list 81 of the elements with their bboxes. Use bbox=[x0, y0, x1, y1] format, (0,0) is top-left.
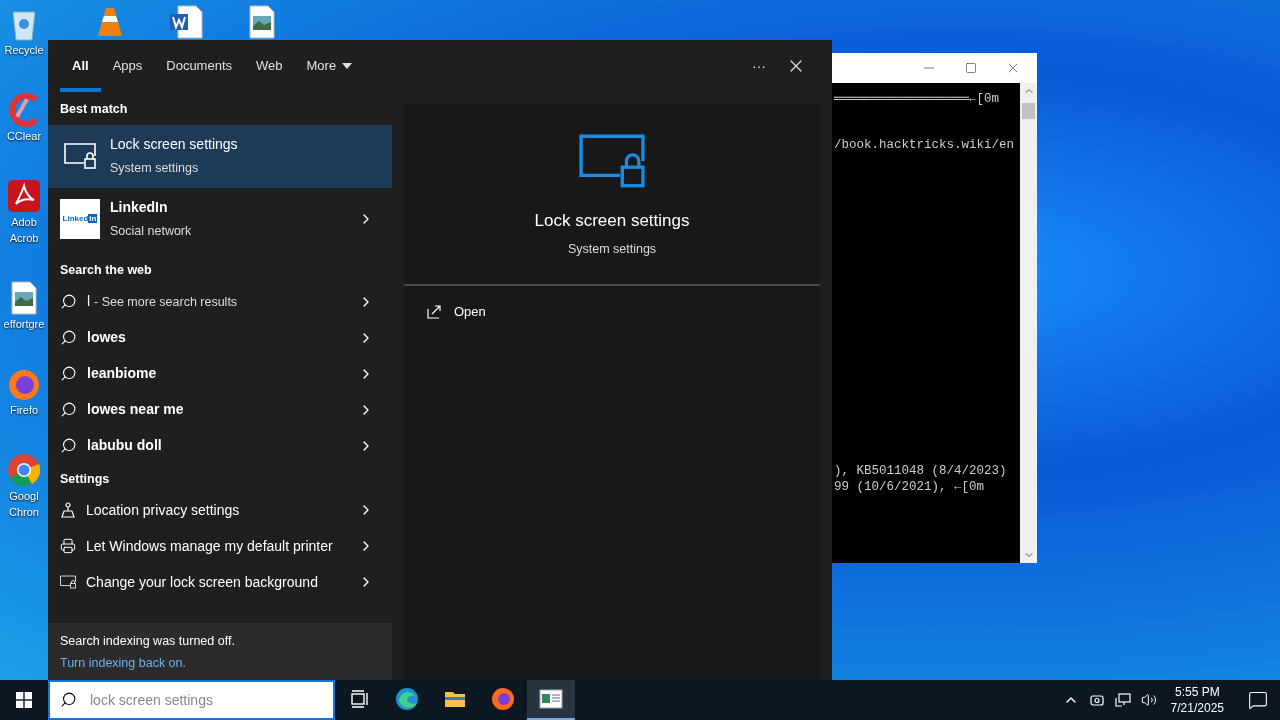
clock-time: 5:55 PM bbox=[1174, 684, 1220, 700]
more-tab[interactable]: More bbox=[294, 40, 365, 92]
printer-icon bbox=[60, 538, 76, 555]
terminal-line: 99 (10/6/2021), ←[0m bbox=[834, 480, 985, 494]
settings-item[interactable]: Location privacy settings bbox=[48, 492, 392, 529]
tab[interactable]: All bbox=[60, 40, 101, 92]
result-item[interactable]: Lock screen settings System settings bbox=[48, 124, 392, 188]
desktop-icon-label: CClear bbox=[6, 129, 42, 144]
tab[interactable]: Web bbox=[244, 40, 295, 92]
scrollbar[interactable] bbox=[1020, 83, 1037, 563]
web-suggestion[interactable]: lowes bbox=[48, 319, 392, 356]
windows-logo-icon bbox=[16, 692, 32, 708]
web-suggestion[interactable]: l - See more search results bbox=[48, 283, 392, 320]
linkedin-logo: Linkedin bbox=[60, 199, 100, 240]
search-icon bbox=[60, 365, 77, 382]
camera-icon[interactable] bbox=[1088, 692, 1105, 708]
word-document-icon bbox=[168, 4, 204, 40]
settings-item[interactable]: Let Windows manage my default printer bbox=[48, 528, 392, 565]
web-suggestion[interactable]: labubu doll bbox=[48, 427, 392, 464]
search-icon bbox=[60, 437, 77, 454]
suggestion-text: l - See more search results bbox=[87, 292, 239, 311]
app-window-icon bbox=[539, 687, 563, 711]
settings-text: Change your lock screen background bbox=[86, 573, 319, 593]
lock-screen-icon bbox=[64, 143, 96, 170]
network-icon[interactable] bbox=[1114, 692, 1131, 708]
lock-screen-icon bbox=[60, 574, 76, 591]
section-heading: Settings bbox=[59, 470, 111, 488]
desktop-icon-label: Adob bbox=[11, 215, 37, 230]
desktop-icon-label: Firefo bbox=[9, 403, 39, 418]
edge-icon bbox=[395, 687, 419, 711]
section-heading: Search the web bbox=[59, 261, 153, 279]
lock-screen-icon bbox=[579, 134, 645, 188]
result-subtitle: Social network bbox=[110, 223, 193, 241]
section-heading: Best match bbox=[59, 101, 129, 118]
settings-text: Location privacy settings bbox=[86, 501, 241, 521]
desktop-icon-label: Recycle bbox=[4, 43, 44, 58]
result-title: Lock screen settings bbox=[110, 135, 239, 155]
open-icon bbox=[426, 304, 442, 320]
tab[interactable]: Apps bbox=[100, 40, 155, 92]
result-subtitle: System settings bbox=[110, 160, 200, 178]
suggestion-text: labubu doll bbox=[87, 436, 163, 455]
open-action[interactable]: Open bbox=[426, 302, 486, 322]
preview-subtitle: System settings bbox=[567, 240, 657, 258]
speaker-icon[interactable] bbox=[1140, 692, 1157, 708]
web-suggestion[interactable]: leanbiome bbox=[48, 355, 392, 392]
maximize-icon[interactable] bbox=[965, 62, 977, 74]
person-pin-icon bbox=[60, 502, 76, 519]
result-item[interactable]: Linkedin LinkedIn Social network bbox=[48, 187, 392, 251]
task-view-icon bbox=[349, 689, 369, 709]
suggestion-text: lowes bbox=[87, 328, 127, 347]
acrobat-icon bbox=[6, 178, 42, 214]
notification-icon[interactable] bbox=[1248, 690, 1268, 710]
clock-date: 7/21/2025 bbox=[1170, 700, 1224, 716]
tab[interactable]: Documents bbox=[154, 40, 244, 92]
search-icon bbox=[60, 401, 77, 418]
terminal-line: ══════════════════←[0m bbox=[834, 92, 1000, 106]
caret-icon bbox=[342, 63, 353, 69]
taskbar-app[interactable] bbox=[527, 680, 575, 720]
search-icon bbox=[60, 329, 77, 346]
desktop-icon-label: Googl bbox=[9, 489, 39, 504]
search-icon bbox=[60, 293, 77, 310]
desktop-icon-label: Acrob bbox=[9, 231, 39, 246]
chrome-icon bbox=[6, 452, 42, 488]
web-suggestion[interactable]: lowes near me bbox=[48, 391, 392, 428]
result-title: LinkedIn bbox=[110, 198, 169, 218]
suggestion-text: lowes near me bbox=[87, 400, 185, 419]
preview-title: Lock screen settings bbox=[534, 210, 690, 232]
firefox-icon bbox=[491, 687, 515, 711]
options-button[interactable]: ··· bbox=[742, 40, 776, 92]
desktop-icon-label: effortgre bbox=[3, 317, 45, 332]
notice-text: Search indexing was turned off. bbox=[60, 633, 236, 650]
indexing-link[interactable]: Turn indexing back on. bbox=[60, 653, 186, 673]
desktop-icon-label: Chron bbox=[9, 505, 39, 520]
settings-item[interactable]: Change your lock screen background bbox=[48, 564, 392, 601]
suggestion-text: leanbiome bbox=[87, 364, 158, 383]
search-icon bbox=[60, 691, 77, 708]
scroll-thumb[interactable] bbox=[1022, 103, 1035, 119]
settings-text: Let Windows manage my default printer bbox=[86, 537, 334, 557]
terminal-line: /book.hacktricks.wiki/en bbox=[834, 138, 1015, 152]
taskbar-search-field[interactable]: lock screen settings bbox=[48, 680, 335, 720]
terminal-line: ), KB5011048 (8/4/2023) bbox=[834, 464, 1007, 478]
